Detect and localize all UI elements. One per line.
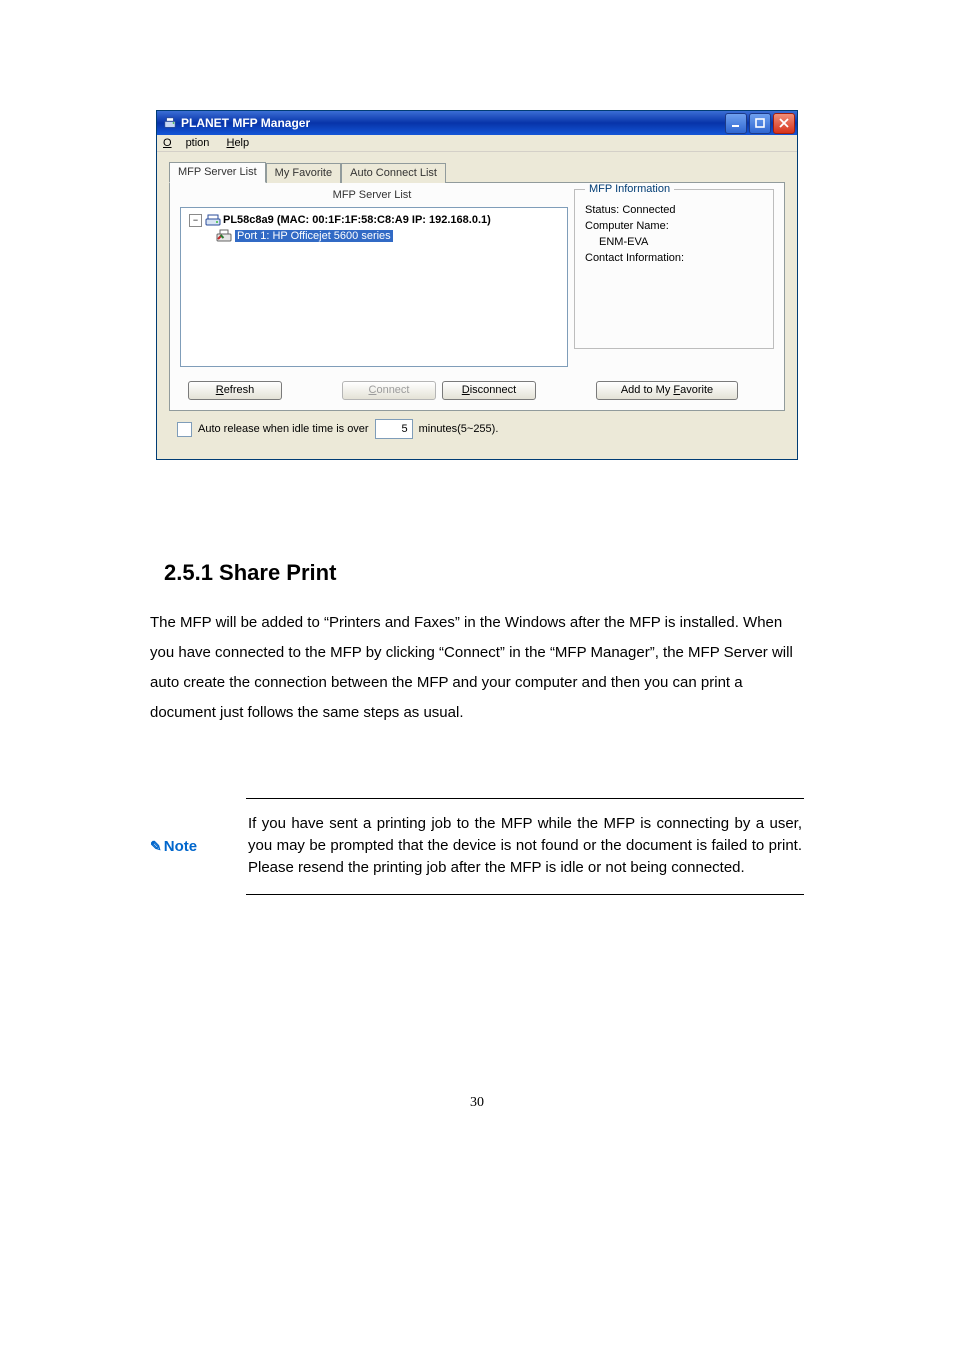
tree-child-row[interactable]: Port 1: HP Officejet 5600 series <box>215 229 565 243</box>
add-favorite-button[interactable]: Add to My Favorite <box>596 381 738 400</box>
footer-row: Auto release when idle time is over 5 mi… <box>169 411 785 449</box>
tree-box: − PL58c8a9 (MAC: 00:1F:1F:58:C8:A9 IP: 1… <box>180 207 568 367</box>
minutes-suffix: minutes(5~255). <box>419 423 499 435</box>
minimize-button[interactable] <box>725 113 747 134</box>
printer-icon <box>215 229 233 243</box>
status-label: Status: <box>585 204 619 216</box>
tab-auto-connect[interactable]: Auto Connect List <box>341 163 446 183</box>
collapse-icon[interactable]: − <box>189 214 202 227</box>
menu-option[interactable]: Option <box>163 137 209 149</box>
status-value: Connected <box>622 204 675 216</box>
disconnect-button[interactable]: Disconnect <box>442 381 536 400</box>
info-pane: MFP Information Status: Connected Comput… <box>574 189 774 367</box>
tree-header: MFP Server List <box>170 183 574 207</box>
auto-release-label: Auto release when idle time is over <box>198 423 369 435</box>
status-line: Status: Connected <box>585 204 763 216</box>
idle-minutes-input[interactable]: 5 <box>375 419 413 439</box>
tree-pane: MFP Server List − PL58c8a9 (MAC: 00:1F:1… <box>170 183 574 375</box>
info-fieldset: MFP Information Status: Connected Comput… <box>574 189 774 349</box>
computer-name-label: Computer Name: <box>585 220 763 232</box>
section-heading: 2.5.1 Share Print <box>164 560 804 586</box>
section-paragraph: The MFP will be added to “Printers and F… <box>150 608 804 728</box>
client-area: MFP Server List My Favorite Auto Connect… <box>157 152 797 459</box>
menu-help[interactable]: Help <box>226 137 249 149</box>
titlebar: PLANET MFP Manager <box>157 111 797 135</box>
refresh-button[interactable]: Refresh <box>188 381 282 400</box>
note-block: ✎Note If you have sent a printing job to… <box>150 798 804 895</box>
tab-panel: MFP Server List − PL58c8a9 (MAC: 00:1F:1… <box>169 182 785 411</box>
tabstrip: MFP Server List My Favorite Auto Connect… <box>169 162 785 183</box>
maximize-button[interactable] <box>749 113 771 134</box>
page-number: 30 <box>150 1095 804 1111</box>
note-body: If you have sent a printing job to the M… <box>246 798 804 895</box>
tree-root-row[interactable]: − PL58c8a9 (MAC: 00:1F:1F:58:C8:A9 IP: 1… <box>183 212 565 228</box>
server-icon <box>205 213 221 227</box>
tree-root-label: PL58c8a9 (MAC: 00:1F:1F:58:C8:A9 IP: 192… <box>223 214 491 226</box>
tree-child-label: Port 1: HP Officejet 5600 series <box>235 230 393 242</box>
button-row: Refresh Connect Disconnect Add to My Fav… <box>170 375 784 410</box>
computer-name-value: ENM-EVA <box>599 236 763 248</box>
tab-my-favorite[interactable]: My Favorite <box>266 163 341 183</box>
info-legend: MFP Information <box>585 183 674 195</box>
pencil-icon: ✎ <box>150 838 162 854</box>
tab-server-list[interactable]: MFP Server List <box>169 162 266 183</box>
close-button[interactable] <box>773 113 795 134</box>
window-title: PLANET MFP Manager <box>181 116 725 130</box>
connect-button: Connect <box>342 381 436 400</box>
note-label: ✎Note <box>150 838 246 855</box>
app-icon <box>163 116 177 130</box>
contact-label: Contact Information: <box>585 252 763 264</box>
app-window: PLANET MFP Manager Option Help MFP Se <box>156 110 798 460</box>
auto-release-checkbox[interactable] <box>177 422 192 437</box>
menubar: Option Help <box>157 135 797 152</box>
